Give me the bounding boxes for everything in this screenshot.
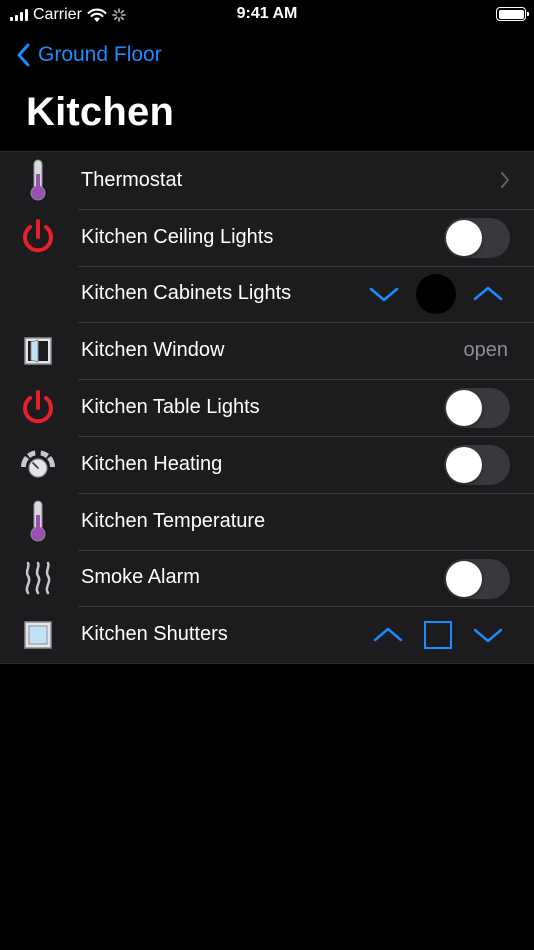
chevron-right-icon <box>500 152 510 209</box>
battery-icon <box>496 7 529 21</box>
shutter-down-button[interactable] <box>470 617 506 653</box>
dimmer-controls <box>366 266 506 323</box>
decrease-button[interactable] <box>366 276 402 312</box>
row-label: Smoke Alarm <box>81 566 200 589</box>
shutter-controls <box>370 606 506 663</box>
gauge-icon <box>14 436 62 493</box>
power-icon <box>14 379 62 436</box>
power-icon <box>14 209 62 266</box>
thermometer-icon <box>14 152 62 209</box>
list-item-ceiling-lights: Kitchen Ceiling Lights <box>0 208 534 266</box>
shutter-icon <box>14 606 62 663</box>
chevron-up-icon <box>373 627 403 642</box>
row-label: Kitchen Table Lights <box>81 396 260 419</box>
increase-button[interactable] <box>470 276 506 312</box>
row-label: Kitchen Ceiling Lights <box>81 225 274 248</box>
row-label: Kitchen Temperature <box>81 509 266 532</box>
shutter-up-button[interactable] <box>370 617 406 653</box>
chevron-left-icon <box>17 43 30 67</box>
list-item-cabinets-lights: Kitchen Cabinets Lights <box>0 265 534 323</box>
smoke-alarm-toggle[interactable] <box>444 558 510 599</box>
page-title: Kitchen <box>26 90 175 134</box>
stop-icon <box>424 620 452 649</box>
list-item-window: Kitchen Window open <box>0 322 534 379</box>
row-label: Kitchen Window <box>81 339 225 362</box>
back-button[interactable]: Ground Floor <box>16 40 162 70</box>
row-label: Kitchen Heating <box>81 452 223 475</box>
chevron-up-icon <box>473 286 503 301</box>
list-item-shutters: Kitchen Shutters <box>0 606 534 663</box>
thermometer-icon <box>14 493 62 550</box>
list-item-temperature: Kitchen Temperature <box>0 492 534 550</box>
row-label: Kitchen Cabinets Lights <box>81 282 292 305</box>
accessory-list: Thermostat Kitchen Ceiling Lights Kitche… <box>0 151 534 665</box>
status-time: 9:41 AM <box>236 5 298 22</box>
ceiling-lights-toggle[interactable] <box>444 217 510 258</box>
smoke-icon <box>14 550 62 607</box>
list-item-heating: Kitchen Heating <box>0 435 534 493</box>
chevron-down-icon <box>473 628 503 643</box>
row-label: Kitchen Shutters <box>81 623 228 646</box>
list-item-table-lights: Kitchen Table Lights <box>0 379 534 436</box>
heating-toggle[interactable] <box>444 444 510 485</box>
window-state-value: open <box>463 339 509 362</box>
chevron-down-icon <box>369 287 399 302</box>
window-icon <box>14 322 62 379</box>
shutter-stop-button[interactable] <box>420 617 456 653</box>
table-lights-toggle[interactable] <box>444 388 510 429</box>
list-item-smoke-alarm: Smoke Alarm <box>0 549 534 607</box>
brightness-indicator <box>416 273 456 314</box>
list-item-thermostat[interactable]: Thermostat <box>0 152 534 209</box>
status-bar: Carrier 9:41 AM <box>0 0 534 30</box>
row-label: Thermostat <box>81 168 183 191</box>
back-button-label: Ground Floor <box>38 43 162 66</box>
